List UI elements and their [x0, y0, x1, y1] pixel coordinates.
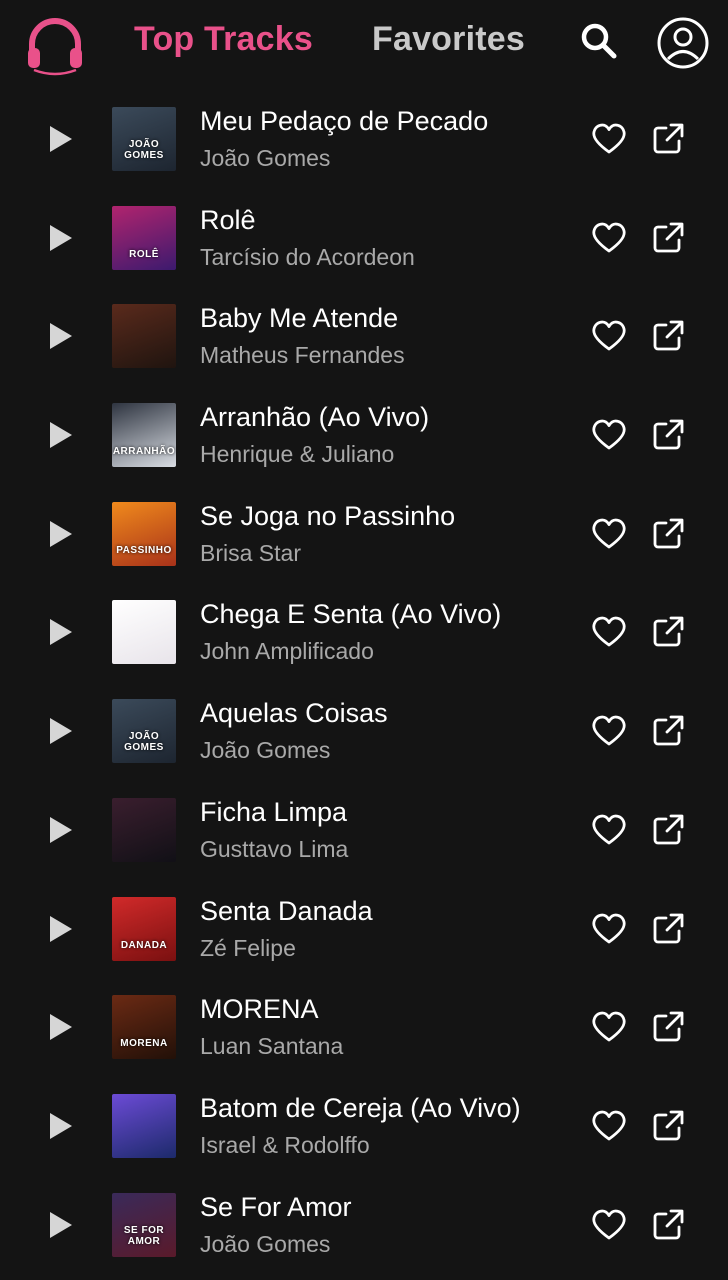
album-cover-text: ROLÊ: [129, 248, 159, 260]
heart-icon[interactable]: [591, 1109, 627, 1143]
play-icon[interactable]: [44, 123, 76, 155]
album-cover-text: ARRANHÃO: [112, 446, 176, 458]
play-icon[interactable]: [44, 1011, 76, 1043]
album-cover: ROLÊ: [112, 205, 176, 270]
play-icon[interactable]: [44, 1209, 76, 1241]
album-cover: [112, 1093, 176, 1158]
track-row[interactable]: JOÃO GOMES Aquelas Coisas João Gomes: [0, 682, 728, 781]
play-icon[interactable]: [44, 1110, 76, 1142]
track-artist: Gusttavo Lima: [200, 835, 349, 862]
heart-icon[interactable]: [591, 122, 627, 156]
album-cover-text: MORENA: [120, 1038, 168, 1050]
album-cover-text: PASSINHO: [116, 544, 172, 556]
account-icon[interactable]: [656, 16, 710, 70]
track-title: MORENA: [200, 994, 319, 1025]
heart-icon[interactable]: [591, 319, 627, 353]
track-title: Aquelas Coisas: [200, 698, 388, 729]
track-row[interactable]: Baby Me Atende Matheus Fernandes: [0, 287, 728, 386]
external-link-icon[interactable]: [650, 1108, 686, 1144]
external-link-icon[interactable]: [650, 1207, 686, 1243]
track-title: Meu Pedaço de Pecado: [200, 106, 489, 136]
album-cover: PASSINHO: [112, 501, 176, 566]
external-link-icon[interactable]: [650, 516, 686, 552]
heart-icon[interactable]: [591, 1010, 627, 1044]
heart-icon[interactable]: [591, 517, 627, 551]
album-cover-text: SE FOR AMOR: [123, 1224, 165, 1247]
track-title: Senta Danada: [200, 895, 373, 926]
track-title: Se Joga no Passinho: [200, 500, 456, 531]
track-title: Arranhão (Ao Vivo): [200, 402, 430, 433]
album-cover: ARRANHÃO: [112, 403, 176, 468]
play-icon[interactable]: [44, 616, 76, 648]
tab-favorites[interactable]: Favorites: [372, 20, 525, 59]
heart-icon[interactable]: [591, 221, 627, 255]
external-link-icon[interactable]: [650, 911, 686, 947]
track-row[interactable]: ARRANHÃO Arranhão (Ao Vivo) Henrique & J…: [0, 386, 728, 485]
track-artist: João Gomes: [200, 145, 331, 171]
track-title: Ficha Limpa: [200, 796, 348, 827]
track-title: Rolê: [200, 204, 256, 235]
external-link-icon[interactable]: [650, 713, 686, 749]
track-title: Chega E Senta (Ao Vivo): [200, 599, 502, 630]
album-cover: DANADA: [112, 896, 176, 961]
heart-icon[interactable]: [591, 1208, 627, 1242]
track-row[interactable]: Chega E Senta (Ao Vivo) John Amplificado: [0, 583, 728, 682]
play-icon[interactable]: [44, 320, 76, 352]
album-cover: JOÃO GOMES: [112, 107, 176, 171]
track-row[interactable]: DANADA Senta Danada Zé Felipe: [0, 880, 728, 979]
headphones-icon[interactable]: [24, 14, 86, 76]
tab-top-tracks[interactable]: Top Tracks: [134, 20, 313, 59]
track-row[interactable]: MORENA MORENA Luan Santana: [0, 978, 728, 1077]
track-title: Baby Me Atende: [200, 303, 399, 334]
play-icon[interactable]: [44, 913, 76, 945]
track-row[interactable]: PASSINHO Se Joga no Passinho Brisa Star: [0, 485, 728, 584]
album-cover: JOÃO GOMES: [112, 699, 176, 764]
track-row[interactable]: Ficha Limpa Gusttavo Lima: [0, 781, 728, 880]
external-link-icon[interactable]: [650, 318, 686, 354]
heart-icon[interactable]: [591, 418, 627, 452]
track-artist: Brisa Star: [200, 539, 301, 566]
track-artist: João Gomes: [200, 737, 331, 764]
track-artist: Zé Felipe: [200, 934, 296, 961]
top-bar: Top Tracks Favorites: [0, 0, 728, 88]
search-icon[interactable]: [578, 20, 620, 62]
track-artist: Henrique & Juliano: [200, 441, 395, 468]
external-link-icon[interactable]: [650, 812, 686, 848]
album-cover: [112, 304, 176, 369]
track-title: Se For Amor: [200, 1191, 352, 1222]
track-row[interactable]: SE FOR AMOR Se For Amor João Gomes: [0, 1176, 728, 1275]
play-icon[interactable]: [44, 715, 76, 747]
track-artist: Israel & Rodolffo: [200, 1131, 370, 1158]
external-link-icon[interactable]: [650, 417, 686, 453]
external-link-icon[interactable]: [650, 614, 686, 650]
heart-icon[interactable]: [591, 615, 627, 649]
track-row[interactable]: ROLÊ Rolê Tarcísio do Acordeon: [0, 189, 728, 288]
play-icon[interactable]: [44, 814, 76, 846]
track-row[interactable]: Batom de Cereja (Ao Vivo) Israel & Rodol…: [0, 1077, 728, 1176]
heart-icon[interactable]: [591, 714, 627, 748]
track-artist: Tarcísio do Acordeon: [200, 243, 415, 270]
album-cover-text: JOÃO GOMES: [124, 731, 164, 754]
track-list: JOÃO GOMES Meu Pedaço de Pecado João Gom…: [0, 90, 728, 1274]
external-link-icon[interactable]: [650, 1009, 686, 1045]
track-artist: Luan Santana: [200, 1033, 344, 1060]
external-link-icon[interactable]: [650, 220, 686, 256]
play-icon[interactable]: [44, 222, 76, 254]
track-title: Batom de Cereja (Ao Vivo): [200, 1092, 521, 1123]
play-icon[interactable]: [44, 419, 76, 451]
external-link-icon[interactable]: [650, 121, 686, 157]
album-cover: SE FOR AMOR: [112, 1192, 176, 1257]
album-cover: MORENA: [112, 995, 176, 1060]
track-row[interactable]: JOÃO GOMES Meu Pedaço de Pecado João Gom…: [0, 90, 728, 189]
heart-icon[interactable]: [591, 813, 627, 847]
album-cover: [112, 600, 176, 665]
track-artist: João Gomes: [200, 1230, 331, 1257]
track-artist: John Amplificado: [200, 638, 374, 665]
album-cover-text: JOÃO GOMES: [124, 139, 164, 161]
album-cover-text: DANADA: [120, 939, 168, 951]
heart-icon[interactable]: [591, 912, 627, 946]
album-cover: [112, 797, 176, 862]
play-icon[interactable]: [44, 518, 76, 550]
track-artist: Matheus Fernandes: [200, 342, 405, 369]
